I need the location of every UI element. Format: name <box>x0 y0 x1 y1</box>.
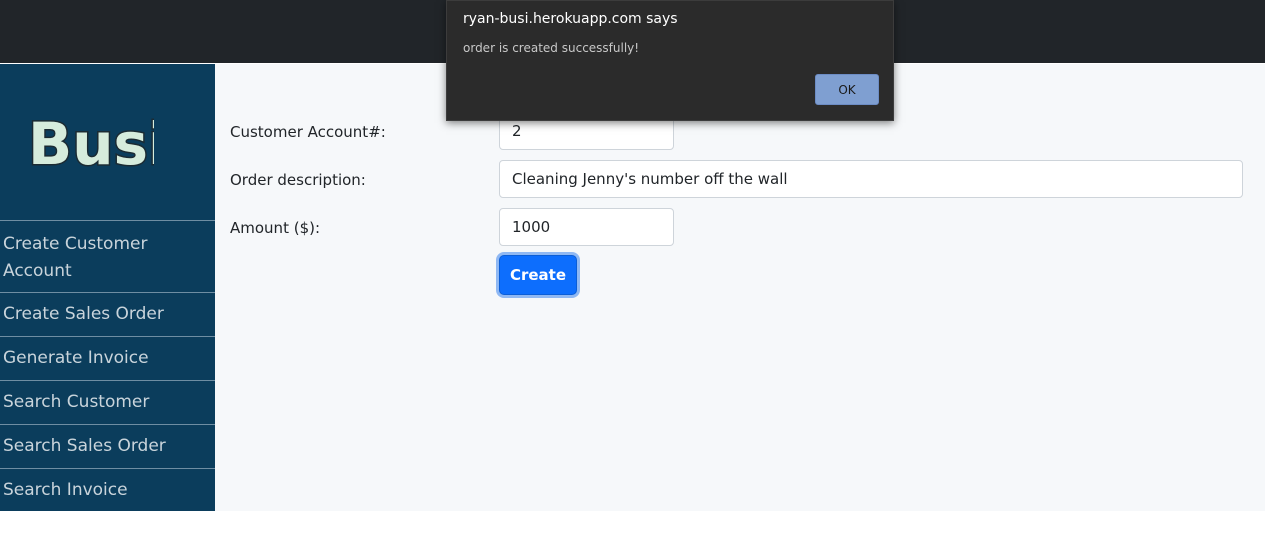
ok-button[interactable]: OK <box>815 74 879 105</box>
sidebar-item-create-customer-account[interactable]: Create Customer Account <box>0 220 215 292</box>
create-button[interactable]: Create <box>499 255 577 295</box>
customer-account-label: Customer Account#: <box>230 123 386 141</box>
alert-dialog: ryan-busi.herokuapp.com says order is cr… <box>446 0 894 121</box>
sidebar-item-search-invoice[interactable]: Search Invoice <box>0 468 215 512</box>
logo[interactable]: Busi <box>0 64 215 220</box>
sidebar: Busi Create Customer Account Create Sale… <box>0 64 215 511</box>
order-description-input[interactable]: Cleaning Jenny's number off the wall <box>499 160 1243 198</box>
amount-input[interactable]: 1000 <box>499 208 674 246</box>
sidebar-item-search-customer[interactable]: Search Customer <box>0 380 215 424</box>
sidebar-item-search-sales-order[interactable]: Search Sales Order <box>0 424 215 468</box>
order-description-label: Order description: <box>230 171 366 189</box>
dialog-message: order is created successfully! <box>463 41 640 55</box>
sidebar-item-generate-invoice[interactable]: Generate Invoice <box>0 336 215 380</box>
main-content: Customer Account#: 2 Order description: … <box>215 64 1265 511</box>
sidebar-item-create-sales-order[interactable]: Create Sales Order <box>0 292 215 336</box>
svg-text:Busi: Busi <box>28 110 154 178</box>
amount-label: Amount ($): <box>230 219 321 237</box>
dialog-title: ryan-busi.herokuapp.com says <box>463 11 678 27</box>
busi-logo-icon: Busi <box>27 109 155 179</box>
